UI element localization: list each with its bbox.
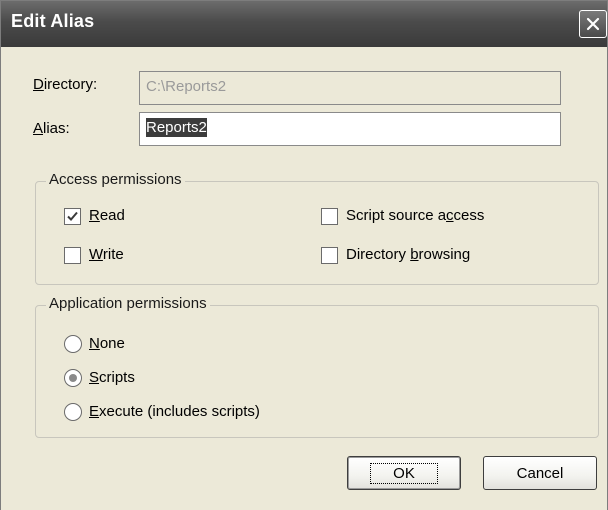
read-checkbox[interactable] <box>64 208 81 225</box>
alias-input[interactable]: Reports2 <box>139 112 561 146</box>
none-label[interactable]: None <box>89 335 125 352</box>
radio-selected-dot <box>69 374 77 382</box>
cancel-button-label: Cancel <box>516 464 564 482</box>
dialog-title: Edit Alias <box>11 11 95 31</box>
write-label[interactable]: Write <box>89 246 124 263</box>
close-button[interactable] <box>579 10 607 38</box>
directory-field: C:\Reports2 <box>139 71 561 105</box>
cancel-button[interactable]: Cancel <box>483 456 597 490</box>
execute-label[interactable]: Execute (includes scripts) <box>89 403 260 420</box>
script-source-access-checkbox[interactable] <box>321 208 338 225</box>
application-permissions-title: Application permissions <box>46 295 210 312</box>
none-radio[interactable] <box>64 335 82 353</box>
scripts-radio[interactable] <box>64 369 82 387</box>
alias-value: Reports2 <box>146 118 207 137</box>
checkmark-icon <box>67 211 78 221</box>
close-icon <box>586 17 600 31</box>
access-permissions-group <box>35 181 599 285</box>
access-permissions-title: Access permissions <box>46 171 185 188</box>
directory-value: C:\Reports2 <box>146 78 227 95</box>
read-label[interactable]: Read <box>89 207 125 224</box>
scripts-label[interactable]: Scripts <box>89 369 135 386</box>
directory-browsing-label[interactable]: Directory browsing <box>346 246 470 263</box>
execute-radio[interactable] <box>64 403 82 421</box>
alias-label: Alias: <box>33 120 70 137</box>
script-source-access-label[interactable]: Script source access <box>346 207 484 224</box>
directory-label: Directory: <box>33 76 98 93</box>
edit-alias-dialog: Edit Alias Directory: C:\Reports2 Alias:… <box>0 0 608 510</box>
directory-browsing-checkbox[interactable] <box>321 247 338 264</box>
title-bar[interactable]: Edit Alias <box>1 1 607 47</box>
ok-button-label: OK <box>370 462 438 484</box>
ok-button[interactable]: OK <box>347 456 461 490</box>
write-checkbox[interactable] <box>64 247 81 264</box>
